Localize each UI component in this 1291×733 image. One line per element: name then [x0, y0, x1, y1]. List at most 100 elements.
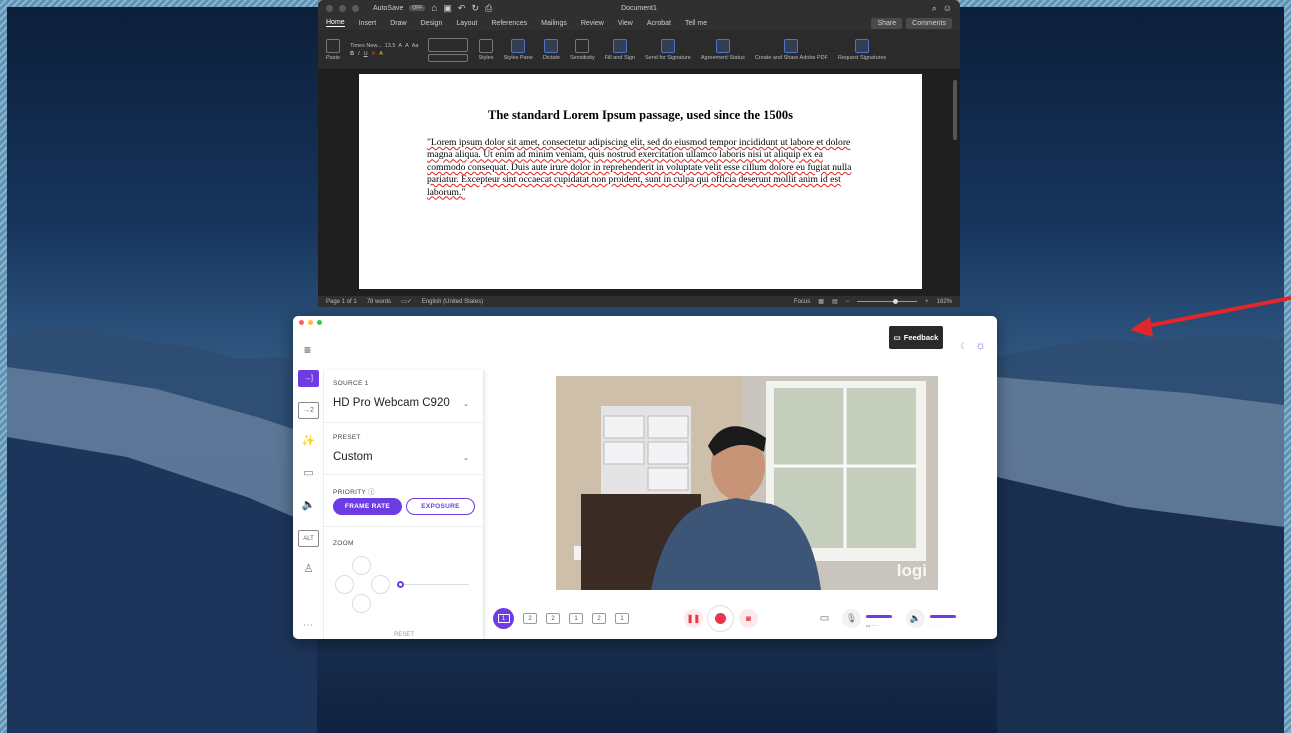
- source-2-icon[interactable]: →2: [298, 402, 319, 419]
- tab-home[interactable]: Home: [326, 19, 345, 27]
- layout-side-by-side-button[interactable]: 2: [592, 613, 606, 624]
- document-page[interactable]: The standard Lorem Ipsum passage, used s…: [359, 74, 922, 289]
- tab-insert[interactable]: Insert: [359, 20, 377, 27]
- word-count[interactable]: 78 words: [367, 299, 391, 305]
- snapshot-camera-icon[interactable]: ◙: [739, 609, 758, 628]
- request-signatures-button[interactable]: Request Signatures: [838, 38, 886, 61]
- zoom-in-icon[interactable]: +: [925, 299, 929, 305]
- tab-view[interactable]: View: [618, 20, 633, 27]
- font-color-icon[interactable]: A: [372, 51, 376, 57]
- menu-icon[interactable]: ≡: [304, 343, 311, 357]
- comments-button[interactable]: Comments: [906, 17, 952, 29]
- exposure-button[interactable]: EXPOSURE: [406, 498, 475, 515]
- info-icon[interactable]: ⓘ: [368, 489, 375, 496]
- video-camera-icon[interactable]: ▭: [298, 466, 319, 483]
- autosave-toggle[interactable]: OFF: [409, 5, 426, 11]
- close-button[interactable]: [299, 320, 304, 325]
- frame-rate-button[interactable]: FRAME RATE: [333, 498, 402, 515]
- pause-button[interactable]: ❚❚: [684, 609, 703, 628]
- highlight-icon[interactable]: A: [379, 51, 383, 57]
- close-button[interactable]: [326, 4, 333, 12]
- zoom-thumb[interactable]: [893, 299, 899, 304]
- tell-me-search[interactable]: Tell me: [685, 20, 707, 27]
- vertical-scrollbar[interactable]: [953, 80, 957, 140]
- fill-sign-button[interactable]: Fill and Sign: [605, 38, 635, 61]
- zoom-slider-thumb[interactable]: [397, 581, 404, 588]
- chevron-down-icon[interactable]: ⌄: [463, 454, 469, 462]
- feedback-button[interactable]: ▭ Feedback: [889, 326, 943, 349]
- font-size-select[interactable]: 13.5: [385, 43, 396, 49]
- volume-slider[interactable]: [930, 615, 956, 618]
- tab-review[interactable]: Review: [581, 20, 604, 27]
- bold-icon[interactable]: B: [350, 51, 354, 57]
- zoom-out-icon[interactable]: −: [846, 299, 850, 305]
- effects-wand-icon[interactable]: ✨: [298, 434, 319, 451]
- pan-down-button[interactable]: [352, 594, 371, 613]
- underline-icon[interactable]: U: [364, 51, 368, 57]
- pan-left-button[interactable]: [335, 575, 354, 594]
- home-icon[interactable]: ⌂: [431, 3, 437, 14]
- layout-pip-button[interactable]: 2: [546, 613, 560, 624]
- send-signature-button[interactable]: Send for Signature: [645, 38, 691, 61]
- focus-button[interactable]: Focus: [794, 299, 810, 305]
- minimize-button[interactable]: [308, 320, 313, 325]
- tab-draw[interactable]: Draw: [390, 20, 406, 27]
- speaker-icon[interactable]: 🔈: [906, 609, 925, 628]
- layout-pip-reverse-button[interactable]: 1: [569, 613, 583, 624]
- italic-icon[interactable]: I: [358, 51, 360, 57]
- zoom-button[interactable]: [317, 320, 322, 325]
- bullets-icon[interactable]: [428, 37, 469, 52]
- speaker-icon[interactable]: 🔈: [298, 498, 319, 515]
- layout-split-button[interactable]: 1: [615, 613, 629, 624]
- styles-button[interactable]: Styles: [478, 38, 493, 61]
- more-icon[interactable]: ⋯: [303, 620, 313, 631]
- minimize-button[interactable]: [339, 4, 346, 12]
- redo-icon[interactable]: ↻: [471, 3, 479, 14]
- save-icon[interactable]: ▣: [443, 3, 452, 14]
- styles-pane-button[interactable]: Styles Pane: [503, 38, 533, 61]
- web-layout-icon[interactable]: ▤: [832, 298, 838, 305]
- print-icon[interactable]: ⎙: [485, 3, 492, 14]
- agreement-status-button[interactable]: Agreement Status: [701, 38, 745, 61]
- search-icon[interactable]: ⌕: [932, 3, 937, 14]
- shrink-font-icon[interactable]: A: [405, 43, 409, 49]
- change-case-icon[interactable]: Aa: [412, 43, 419, 49]
- grow-font-icon[interactable]: A: [398, 43, 402, 49]
- pan-up-button[interactable]: [352, 556, 371, 575]
- profile-icon[interactable]: ♙: [298, 562, 319, 579]
- tab-design[interactable]: Design: [421, 20, 443, 27]
- source-1-icon[interactable]: →]: [298, 370, 319, 387]
- tab-references[interactable]: References: [491, 20, 527, 27]
- tab-mailings[interactable]: Mailings: [541, 20, 567, 27]
- source-select[interactable]: HD Pro Webcam C920: [333, 397, 450, 409]
- create-pdf-button[interactable]: Create and Share Adobe PDF: [755, 38, 828, 61]
- zoom-button[interactable]: [352, 4, 359, 12]
- tab-acrobat[interactable]: Acrobat: [647, 20, 671, 27]
- mic-level-slider[interactable]: [866, 615, 892, 618]
- layout-single-button[interactable]: 1: [493, 608, 514, 629]
- chevron-down-icon[interactable]: ⌄: [463, 400, 469, 408]
- sun-icon[interactable]: ☼: [975, 338, 986, 352]
- alt-icon[interactable]: ALT: [298, 530, 319, 547]
- tab-layout[interactable]: Layout: [456, 20, 477, 27]
- reset-button[interactable]: RESET: [394, 632, 414, 638]
- microphone-icon[interactable]: 🎙: [842, 609, 861, 628]
- sensitivity-button[interactable]: Sensitivity: [570, 38, 595, 61]
- undo-icon[interactable]: ↶: [458, 3, 466, 14]
- dictate-button[interactable]: Dictate: [543, 38, 560, 61]
- print-layout-icon[interactable]: ▦: [818, 298, 824, 305]
- paste-group[interactable]: Paste: [326, 38, 340, 61]
- zoom-slider[interactable]: [857, 299, 918, 304]
- folder-icon[interactable]: ▭: [815, 609, 834, 628]
- layout-dual-button[interactable]: 2: [523, 613, 537, 624]
- moon-icon[interactable]: ☾: [960, 341, 968, 352]
- pan-right-button[interactable]: [371, 575, 390, 594]
- record-button[interactable]: [708, 606, 733, 631]
- preset-select[interactable]: Custom: [333, 451, 373, 463]
- account-icon[interactable]: ☺: [943, 3, 952, 13]
- share-button[interactable]: Share: [871, 17, 903, 29]
- proofing-icon[interactable]: ▭✓: [401, 298, 412, 305]
- zoom-slider[interactable]: [399, 584, 469, 585]
- align-icon[interactable]: [428, 53, 469, 62]
- font-name-select[interactable]: Times New...: [350, 43, 382, 49]
